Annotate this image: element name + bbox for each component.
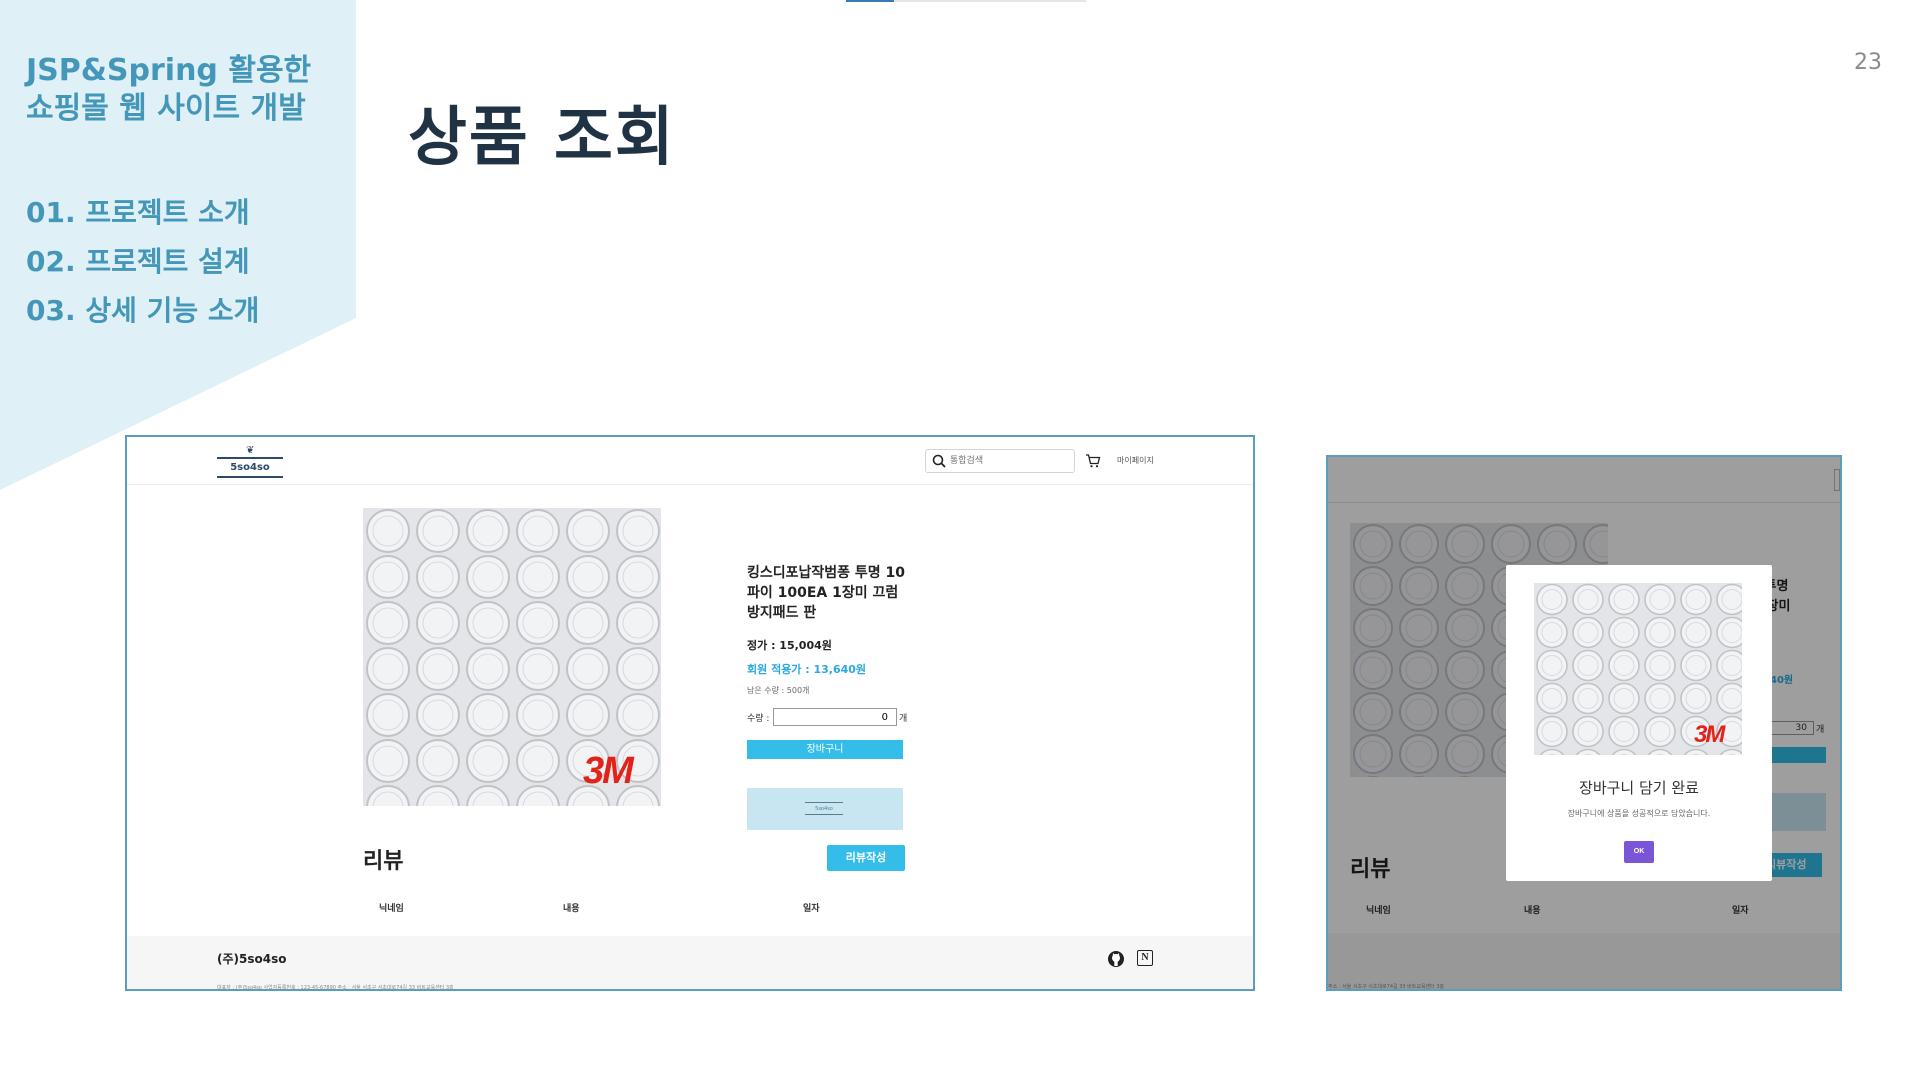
logo-text: 5so4so <box>230 462 270 473</box>
write-review-button[interactable]: 리뷰작성 <box>827 845 905 871</box>
brand-3m-logo: 3M <box>583 750 634 792</box>
quantity-unit: 개 <box>899 714 908 724</box>
cart-icon[interactable] <box>1085 453 1101 472</box>
side-panel: JSP&Spring 활용한 쇼핑몰 웹 사이트 개발 01. 프로젝트 소개 … <box>0 0 356 490</box>
logo-bottom-rule <box>217 476 283 478</box>
review-section-title: 리뷰 <box>363 849 404 874</box>
search-box[interactable] <box>925 449 1075 473</box>
banner-top-rule <box>805 802 843 803</box>
site-footer: (주)5so4so 대표자 : (주)5so4so 사업자등록번호 : 123-… <box>127 936 1253 991</box>
course-title-line1: JSP&Spring 활용한 <box>26 53 312 88</box>
notion-icon[interactable]: N <box>1137 950 1153 966</box>
logo-top-rule <box>217 457 283 459</box>
banner-bottom-rule <box>805 814 843 815</box>
member-price: 회원 적용가 : 13,640원 <box>747 663 867 676</box>
product-page-screenshot: ❦ 5so4so 마이페이지 3M 킹 <box>125 435 1255 991</box>
github-icon[interactable] <box>1107 950 1125 972</box>
course-title: JSP&Spring 활용한 쇼핑몰 웹 사이트 개발 <box>26 52 311 128</box>
search-input[interactable] <box>950 453 1068 469</box>
toc-item-intro[interactable]: 01. 프로젝트 소개 <box>26 188 259 237</box>
footer-business-info: 대표자 : (주)5so4so 사업자등록번호 : 123-45-67890 주… <box>217 985 454 991</box>
modal-ok-button[interactable]: OK <box>1624 841 1654 863</box>
stock-count: 남은 수량 : 500개 <box>747 686 810 695</box>
cart-success-modal: 3M 장바구니 담기 완료 장바구니에 상품을 성공적으로 담았습니다. OK <box>1506 565 1772 881</box>
quantity-input[interactable] <box>773 708 897 726</box>
toc-item-design[interactable]: 02. 프로젝트 설계 <box>26 237 259 286</box>
logo-leaf-icon: ❦ <box>246 445 255 456</box>
quantity-label: 수량 : <box>747 714 770 724</box>
site-logo[interactable]: ❦ 5so4so <box>217 445 283 479</box>
add-to-cart-button[interactable]: 장바구니 <box>747 740 903 759</box>
review-column-content: 내용 <box>563 904 580 914</box>
mypage-link[interactable]: 마이페이지 <box>1117 455 1154 466</box>
top-accent-bar <box>846 0 1086 2</box>
site-header: ❦ 5so4so 마이페이지 <box>127 437 1253 485</box>
footer-company-name: (주)5so4so <box>217 952 287 966</box>
modal-message: 장바구니에 상품을 성공적으로 담았습니다. <box>1567 809 1711 818</box>
table-of-contents: 01. 프로젝트 소개 02. 프로젝트 설계 03. 상세 기능 소개 <box>26 188 259 335</box>
page-number: 23 <box>1854 50 1882 75</box>
review-column-nickname: 닉네임 <box>379 904 404 914</box>
search-icon[interactable] <box>932 453 946 472</box>
modal-title: 장바구니 담기 완료 <box>1579 779 1699 797</box>
course-title-line2: 쇼핑몰 웹 사이트 개발 <box>26 91 306 126</box>
cart-modal-screenshot: 퐁 투명 , 1장미 40원 30 개 리뷰 리뷰작성 닉네임 내용 일자 주소… <box>1326 455 1842 991</box>
product-name: 킹스디포납작범퐁 투명 10파이 100EA 1장미 끄럼방지패드 판 <box>747 565 906 621</box>
brand-3m-logo: 3M <box>1694 721 1725 748</box>
product-price: 정가 : 15,004원 <box>747 639 832 652</box>
modal-product-image: 3M <box>1534 583 1742 755</box>
banner-logo-text: 5so4so <box>815 806 833 812</box>
toc-item-features[interactable]: 03. 상세 기능 소개 <box>26 286 259 335</box>
review-column-date: 일자 <box>803 904 820 914</box>
promo-banner[interactable]: 5so4so <box>747 788 903 830</box>
product-image: 3M <box>363 508 661 806</box>
slide-title: 상품 조회 <box>408 101 676 175</box>
top-accent-highlight <box>846 0 894 2</box>
